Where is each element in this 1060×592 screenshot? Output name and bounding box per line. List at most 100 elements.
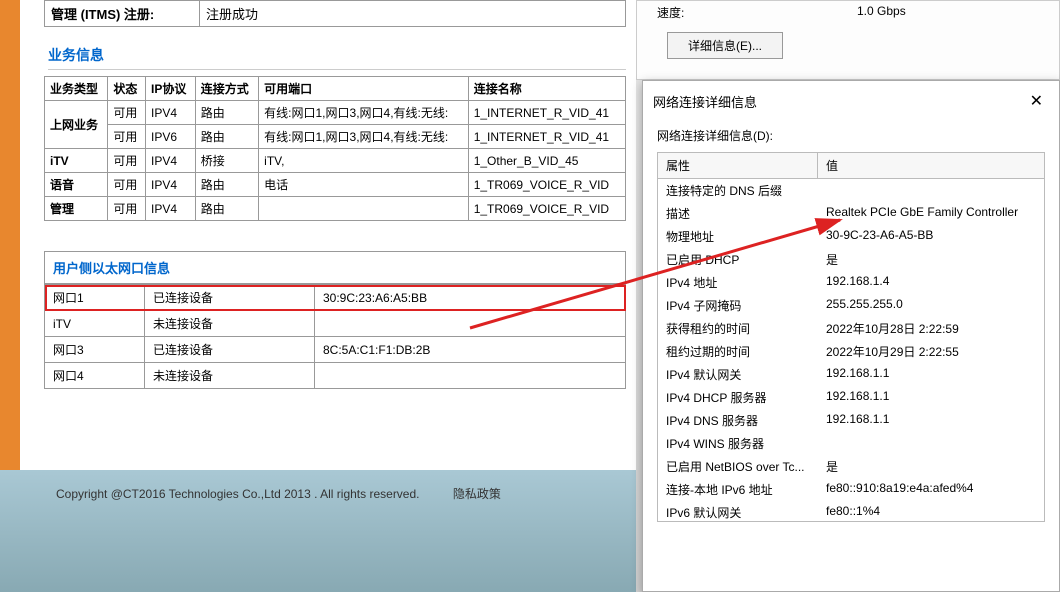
svc-cell: 路由	[195, 173, 258, 197]
section-ethernet-ports: 用户侧以太网口信息	[44, 251, 626, 284]
svc-cell: 1_INTERNET_R_VID_41	[468, 101, 625, 125]
property-row[interactable]: 描述Realtek PCIe GbE Family Controller	[658, 202, 1044, 225]
property-row[interactable]: IPv6 默认网关fe80::1%4	[658, 501, 1044, 522]
svc-cell: iTV,	[259, 149, 469, 173]
property-value: 是	[818, 457, 1044, 476]
svc-cell: IPV4	[146, 101, 196, 125]
svc-cell: 可用	[108, 197, 146, 221]
svc-hdr: 可用端口	[259, 77, 469, 101]
svc-hdr: 状态	[108, 77, 146, 101]
svc-type: 上网业务	[45, 101, 108, 149]
port-mac	[315, 363, 626, 389]
property-row[interactable]: 获得租约的时间2022年10月28日 2:22:59	[658, 317, 1044, 340]
svc-cell: 1_TR069_VOICE_R_VID	[468, 197, 625, 221]
service-table: 业务类型 状态 IP协议 连接方式 可用端口 连接名称 上网业务 可用 IPV4…	[44, 76, 626, 221]
network-details-dialog: 网络连接详细信息 ✕ 网络连接详细信息(D): 属性 值 连接特定的 DNS 后…	[642, 80, 1060, 592]
itms-label: 管理 (ITMS) 注册:	[45, 1, 200, 27]
close-icon[interactable]: ✕	[1024, 89, 1049, 113]
property-row[interactable]: 物理地址30-9C-23-A6-A5-BB	[658, 225, 1044, 248]
dialog-subtitle: 网络连接详细信息(D):	[643, 121, 1059, 148]
property-key: 连接-本地 IPv6 地址	[658, 480, 818, 499]
footer: Copyright @CT2016 Technologies Co.,Ltd 2…	[56, 485, 501, 502]
property-row[interactable]: IPv4 地址192.168.1.4	[658, 271, 1044, 294]
table-row: iTV 未连接设备	[45, 311, 626, 337]
svc-cell: 1_INTERNET_R_VID_41	[468, 125, 625, 149]
svc-cell: 可用	[108, 149, 146, 173]
svc-cell: IPV4	[146, 197, 196, 221]
speed-value: 1.0 Gbps	[857, 4, 906, 21]
svc-cell: IPV4	[146, 149, 196, 173]
property-value: Realtek PCIe GbE Family Controller	[818, 204, 1044, 223]
privacy-link[interactable]: 隐私政策	[453, 487, 501, 501]
property-key: IPv4 默认网关	[658, 365, 818, 384]
property-row[interactable]: 租约过期的时间2022年10月29日 2:22:55	[658, 340, 1044, 363]
svc-hdr: 连接名称	[468, 77, 625, 101]
table-row-highlighted: 网口1 已连接设备 30:9C:23:A6:A5:BB	[45, 285, 626, 311]
table-row: 管理 可用 IPV4 路由 1_TR069_VOICE_R_VID	[45, 197, 626, 221]
property-key: 连接特定的 DNS 后缀	[658, 181, 818, 200]
property-value: 192.168.1.4	[818, 273, 1044, 292]
property-key: IPv4 子网掩码	[658, 296, 818, 315]
dialog-sub-text: 网络连接详细信息(D):	[657, 129, 773, 143]
property-row[interactable]: IPv4 子网掩码255.255.255.0	[658, 294, 1044, 317]
svc-cell: 有线:网口1,网口3,网口4,有线:无线:	[259, 101, 469, 125]
property-key: IPv4 地址	[658, 273, 818, 292]
port-status: 未连接设备	[145, 363, 315, 389]
svc-type: 管理	[45, 197, 108, 221]
property-value: 2022年10月28日 2:22:59	[818, 319, 1044, 338]
svc-hdr: 业务类型	[45, 77, 108, 101]
port-id: 网口4	[45, 363, 145, 389]
property-key: IPv6 默认网关	[658, 503, 818, 522]
svc-cell: 桥接	[195, 149, 258, 173]
property-row[interactable]: 连接特定的 DNS 后缀	[658, 179, 1044, 202]
property-key: IPv4 WINS 服务器	[658, 434, 818, 453]
svc-cell: 1_Other_B_VID_45	[468, 149, 625, 173]
details-button[interactable]: 详细信息(E)...	[667, 32, 783, 59]
property-value: 30-9C-23-A6-A5-BB	[818, 227, 1044, 246]
property-value: 是	[818, 250, 1044, 269]
property-row[interactable]: IPv4 默认网关192.168.1.1	[658, 363, 1044, 386]
svc-hdr: 连接方式	[195, 77, 258, 101]
property-key: 物理地址	[658, 227, 818, 246]
copyright: Copyright @CT2016 Technologies Co.,Ltd 2…	[56, 487, 420, 501]
property-row[interactable]: 连接-本地 IPv6 地址fe80::910:8a19:e4a:afed%4	[658, 478, 1044, 501]
network-status-window: 速度: 1.0 Gbps 详细信息(E)...	[636, 0, 1060, 80]
svc-cell: 路由	[195, 101, 258, 125]
svc-hdr: IP协议	[146, 77, 196, 101]
property-value	[818, 181, 1044, 200]
property-row[interactable]: IPv4 DNS 服务器192.168.1.1	[658, 409, 1044, 432]
property-value: 255.255.255.0	[818, 296, 1044, 315]
property-value: 192.168.1.1	[818, 411, 1044, 430]
svc-cell: 可用	[108, 101, 146, 125]
property-key: 租约过期的时间	[658, 342, 818, 361]
properties-listbox[interactable]: 属性 值 连接特定的 DNS 后缀描述Realtek PCIe GbE Fami…	[657, 152, 1045, 522]
property-row[interactable]: IPv4 DHCP 服务器192.168.1.1	[658, 386, 1044, 409]
port-id: 网口3	[45, 337, 145, 363]
svc-cell: 路由	[195, 125, 258, 149]
port-mac: 30:9C:23:A6:A5:BB	[315, 285, 626, 311]
property-row[interactable]: IPv4 WINS 服务器	[658, 432, 1044, 455]
property-key: 描述	[658, 204, 818, 223]
table-row: 语音 可用 IPV4 路由 电话 1_TR069_VOICE_R_VID	[45, 173, 626, 197]
router-admin-panel: 管理 (ITMS) 注册: 注册成功 业务信息 业务类型 状态 IP协议 连接方…	[0, 0, 636, 470]
speed-label: 速度:	[657, 4, 857, 21]
col-value: 值	[818, 153, 1044, 178]
svc-cell: IPV6	[146, 125, 196, 149]
port-mac	[315, 311, 626, 337]
port-status: 已连接设备	[145, 285, 315, 311]
svc-type: 语音	[45, 173, 108, 197]
property-row[interactable]: 已启用 DHCP是	[658, 248, 1044, 271]
property-key: 获得租约的时间	[658, 319, 818, 338]
svc-cell: 电话	[259, 173, 469, 197]
property-value: 2022年10月29日 2:22:55	[818, 342, 1044, 361]
table-row: 上网业务 可用 IPV4 路由 有线:网口1,网口3,网口4,有线:无线: 1_…	[45, 101, 626, 125]
property-value	[818, 434, 1044, 453]
itms-value: 注册成功	[200, 1, 626, 27]
property-row[interactable]: 已启用 NetBIOS over Tc...是	[658, 455, 1044, 478]
svc-cell	[259, 197, 469, 221]
dialog-title: 网络连接详细信息	[653, 92, 757, 111]
port-status: 已连接设备	[145, 337, 315, 363]
table-row: 网口3 已连接设备 8C:5A:C1:F1:DB:2B	[45, 337, 626, 363]
property-key: 已启用 DHCP	[658, 250, 818, 269]
svc-cell: 1_TR069_VOICE_R_VID	[468, 173, 625, 197]
